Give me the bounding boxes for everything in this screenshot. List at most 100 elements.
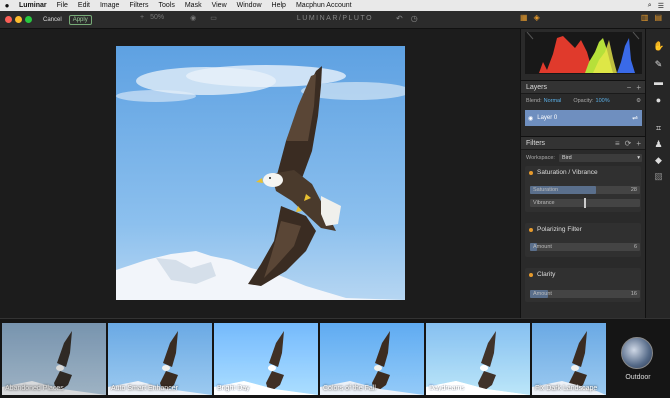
crop-tool-icon[interactable]: ⌗ — [653, 123, 664, 134]
toolbar: Cancel Apply + 50% ◉ ▭ LUMINAR/PLUTO ↶ ◷… — [0, 11, 670, 29]
filter-active-icon[interactable] — [529, 170, 533, 175]
zoom-level[interactable]: 50% — [150, 14, 164, 22]
vibrance-slider[interactable]: Vibrance — [530, 198, 640, 208]
slider-value: 28 — [630, 187, 637, 193]
remove-layer-icon[interactable]: − — [627, 83, 632, 92]
amount-slider[interactable]: Amount 6 — [530, 243, 640, 251]
minimize-window-button[interactable] — [15, 16, 22, 23]
filter-saturation-vibrance[interactable]: Saturation / Vibrance Saturation 28 Vibr… — [525, 166, 641, 212]
layer-name: Layer 0 — [537, 115, 558, 121]
filters-header: Filters ≡ ⟳ + — [521, 136, 646, 150]
layer-settings-icon[interactable]: ⚙ — [636, 98, 641, 104]
layers-header: Layers − + — [521, 80, 646, 94]
gradient-mask-icon[interactable]: ▬ — [653, 77, 664, 88]
chevron-down-icon: ▾ — [637, 155, 640, 161]
sort-filters-icon[interactable]: ≡ — [615, 139, 620, 148]
menu-macphun-account[interactable]: Macphun Account — [291, 2, 357, 9]
sidebar-icon[interactable]: ▥ — [641, 13, 649, 22]
filter-polarizing[interactable]: Polarizing Filter Amount 6 — [525, 223, 641, 257]
amount-slider[interactable]: Amount 16 — [530, 290, 640, 298]
eye-icon[interactable]: ◉ — [190, 14, 196, 22]
tools-column: ✋ ✎ ▬ ● ⌗ ♟ ◆ ▧ — [645, 29, 670, 318]
zoom-window-button[interactable] — [25, 16, 32, 23]
history-icon[interactable]: ◷ — [411, 14, 418, 23]
slider-thumb[interactable] — [583, 198, 586, 208]
visibility-eye-icon[interactable]: ◉ — [528, 115, 533, 122]
preset-auto-smart-enhancer[interactable]: Auto Smart Enhancer — [108, 323, 212, 395]
menu-filters[interactable]: Filters — [124, 2, 153, 9]
image-canvas[interactable] — [0, 29, 520, 318]
compare-icon[interactable]: ▭ — [210, 14, 217, 22]
saturation-slider[interactable]: Saturation 28 — [530, 186, 640, 194]
workspace-value: Bird — [561, 155, 572, 161]
menu-tools[interactable]: Tools — [154, 2, 180, 9]
opacity-label: Opacity: — [573, 98, 594, 104]
add-filter-icon[interactable]: + — [636, 139, 641, 148]
filter-active-icon[interactable] — [529, 272, 533, 277]
window-controls — [0, 16, 32, 23]
hand-tool-icon[interactable]: ✋ — [653, 41, 664, 52]
eraser-tool-icon[interactable]: ◆ — [653, 155, 664, 166]
panel-controls: ▥ ▤ — [641, 13, 662, 22]
spotlight-icon[interactable]: ⌕ — [648, 2, 652, 10]
menu-file[interactable]: File — [52, 2, 73, 9]
preset-abandoned-places[interactable]: Abandoned Places — [2, 323, 106, 395]
workspace-row: Workspace: Bird ▾ — [526, 154, 642, 162]
menu-luminar[interactable]: Luminar — [14, 2, 52, 9]
filmstrip-icon[interactable]: ▤ — [654, 13, 662, 22]
clone-stamp-icon[interactable]: ♟ — [653, 139, 664, 150]
menu-bar: ● Luminar File Edit Image Filters Tools … — [0, 0, 670, 11]
preset-label: Auto Smart Enhancer — [111, 385, 178, 392]
cancel-button[interactable]: Cancel — [40, 16, 65, 24]
slider-value: 6 — [633, 244, 637, 250]
menu-help[interactable]: Help — [267, 2, 291, 9]
filters-title: Filters — [526, 140, 546, 147]
filter-active-icon[interactable] — [529, 227, 533, 232]
transform-tool-icon[interactable]: ▧ — [653, 171, 664, 182]
preset-colors-of-the-fall[interactable]: Colors of the Fall — [320, 323, 424, 395]
zoom-in-icon[interactable]: + — [140, 14, 144, 22]
close-window-button[interactable] — [5, 16, 12, 23]
layers-icon[interactable]: ◈ — [534, 13, 540, 22]
apply-button[interactable]: Apply — [68, 14, 92, 25]
filter-title: Polarizing Filter — [537, 226, 582, 233]
workspace-select[interactable]: Bird ▾ — [558, 154, 642, 162]
refresh-filters-icon[interactable]: ⟳ — [625, 139, 632, 148]
undo-icon[interactable]: ↶ — [396, 14, 403, 23]
layer-item[interactable]: ◉ Layer 0 ⇌ — [525, 110, 642, 126]
blend-row: Blend: Normal Opacity: 100% ⚙ — [526, 98, 641, 104]
preset-fix-dark-landscape[interactable]: Fix Dark Landscape — [532, 323, 606, 395]
radial-mask-icon[interactable]: ● — [653, 95, 664, 106]
blend-mode-select[interactable]: Normal — [544, 98, 562, 104]
preset-bright-day[interactable]: Bright Day — [214, 323, 318, 395]
category-label: Outdoor — [625, 374, 651, 381]
histogram-icon[interactable]: ▦ — [520, 13, 528, 22]
filter-title: Saturation / Vibrance — [537, 169, 598, 176]
presets-strip: Abandoned Places Auto Smart Enhancer Bri… — [0, 318, 670, 398]
menu-mask[interactable]: Mask — [180, 2, 207, 9]
layer-adjust-icon[interactable]: ⇌ — [632, 114, 638, 122]
filter-clarity[interactable]: Clarity Amount 16 — [525, 268, 641, 302]
slider-value: 16 — [630, 291, 637, 297]
preset-label: Abandoned Places — [5, 385, 64, 392]
menu-view[interactable]: View — [207, 2, 232, 9]
histogram — [525, 31, 642, 74]
preset-category-outdoor[interactable]: Outdoor — [612, 323, 668, 395]
app-brand: LUMINAR/PLUTO — [296, 15, 374, 22]
menu-image[interactable]: Image — [95, 2, 124, 9]
add-layer-icon[interactable]: + — [636, 83, 641, 92]
preset-daydreams[interactable]: Daydreams — [426, 323, 530, 395]
workspace-label: Workspace: — [526, 155, 555, 161]
view-mode-controls: ▦ ◈ — [520, 13, 540, 22]
layers-title: Layers — [526, 84, 548, 91]
category-thumbnail — [621, 337, 653, 369]
preset-label: Colors of the Fall — [323, 385, 376, 392]
menu-list-icon[interactable]: ☰ — [658, 2, 664, 10]
apple-icon[interactable]: ● — [0, 1, 14, 10]
preset-label: Daydreams — [429, 385, 465, 392]
blend-label: Blend: — [526, 98, 542, 104]
menu-edit[interactable]: Edit — [73, 2, 95, 9]
brush-tool-icon[interactable]: ✎ — [653, 59, 664, 70]
menu-window[interactable]: Window — [232, 2, 267, 9]
opacity-value[interactable]: 100% — [596, 98, 610, 104]
